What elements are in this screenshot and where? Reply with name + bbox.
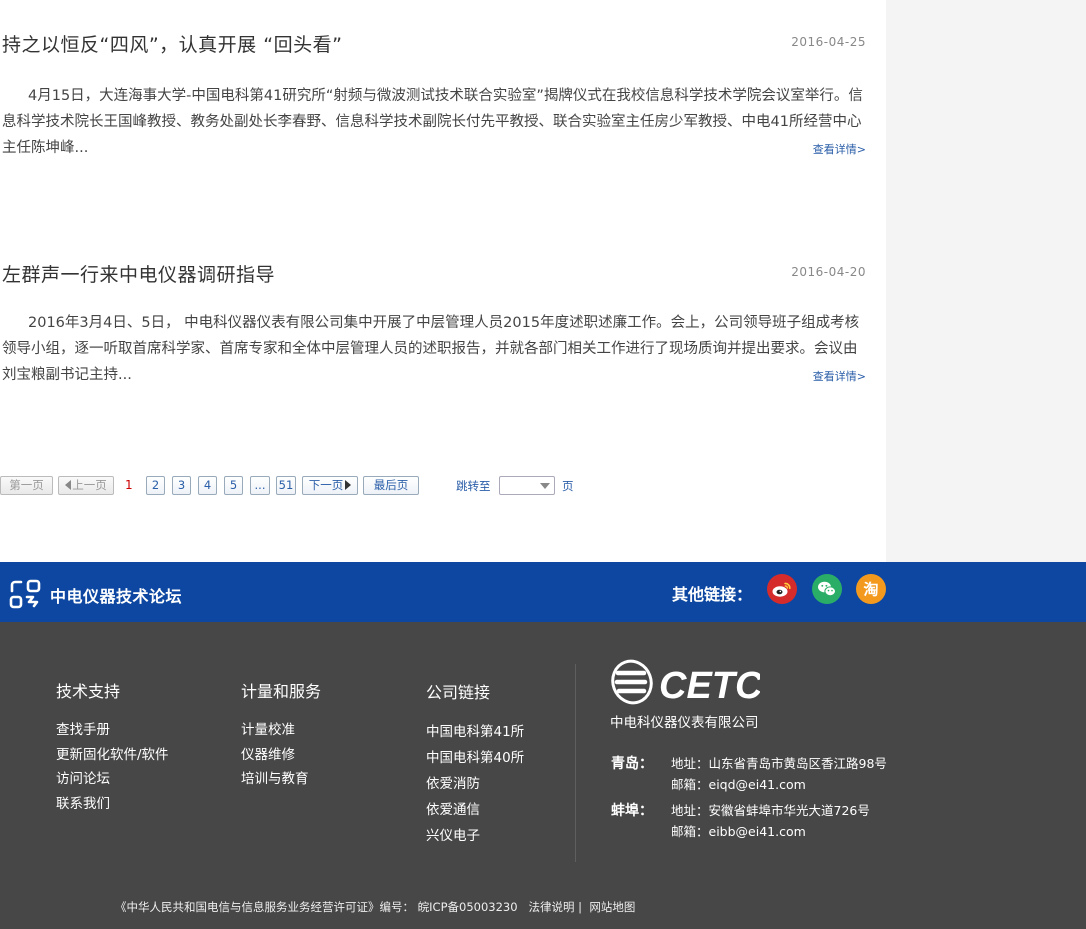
current-page: 1: [125, 478, 133, 492]
footer-column-title[interactable]: 技术支持: [56, 678, 169, 702]
footer-link[interactable]: 中国电科第40所: [426, 745, 524, 771]
page-link-51[interactable]: 51: [276, 476, 296, 495]
footer: 技术支持 查找手册 更新固化软件/软件 访问论坛 联系我们 计量和服务 计量校准…: [0, 622, 1086, 929]
footer-column-company-links: 公司链接 中国电科第41所 中国电科第40所 依爱消防 依爱通信 兴仪电子: [426, 679, 524, 849]
license-text: 《中华人民共和国电信与信息服务业务经营许可证》编号：: [115, 900, 414, 914]
read-more-link[interactable]: 查看详情>: [813, 368, 866, 384]
triangle-left-icon: [65, 480, 72, 490]
news-title[interactable]: 左群声一行来中电仪器调研指导: [2, 260, 275, 287]
footer-link[interactable]: 兴仪电子: [426, 823, 524, 849]
footer-link[interactable]: 依爱通信: [426, 797, 524, 823]
logo-text: CETC: [659, 665, 760, 706]
footer-divider: [575, 664, 576, 862]
footer-link[interactable]: 仪器维修: [241, 743, 321, 768]
forum-band: 中电仪器技术论坛 其他链接： 淘: [0, 562, 1086, 622]
forum-title[interactable]: 中电仪器技术论坛: [50, 583, 182, 607]
footer-column-metrology: 计量和服务 计量校准 仪器维修 培训与教育: [241, 678, 321, 792]
office-city: 青岛：: [611, 756, 653, 772]
next-page-label: 下一页: [308, 478, 344, 492]
prev-page-label: 上一页: [72, 478, 107, 492]
prev-page-button[interactable]: 上一页: [58, 476, 114, 495]
page-ellipsis[interactable]: ...: [250, 476, 270, 495]
office-email[interactable]: 邮箱：eiqd@ei41.com: [671, 774, 931, 795]
next-page-button[interactable]: 下一页: [302, 476, 358, 495]
pagination: 第一页 上一页 1 2 3 4 5 ... 51 下一页 最后页 跳转至 页: [0, 476, 886, 497]
page-link-4[interactable]: 4: [198, 476, 217, 495]
news-list: 持之以恒反“四风”，认真开展 “回头看” 2016-04-25 4月15日，大连…: [0, 0, 886, 456]
footer-link[interactable]: 查找手册: [56, 718, 169, 743]
footer-link[interactable]: 培训与教育: [241, 767, 321, 792]
weibo-icon[interactable]: [767, 574, 797, 604]
office-address: 地址：安徽省蚌埠市华光大道726号: [671, 803, 870, 818]
first-page-button[interactable]: 第一页: [0, 476, 53, 495]
sitemap-link[interactable]: 网站地图: [589, 900, 635, 914]
taobao-glyph: 淘: [862, 581, 878, 599]
footer-column-tech-support: 技术支持 查找手册 更新固化软件/软件 访问论坛 联系我们: [56, 678, 169, 816]
news-summary: 2016年3月4日、5日， 中电科仪器仪表有限公司集中开展了中层管理人员2015…: [2, 315, 860, 383]
last-page-label: 最后页: [373, 478, 409, 492]
office-address: 地址：山东省青岛市黄岛区香江路98号: [671, 756, 887, 771]
jump-page-select[interactable]: [499, 476, 555, 495]
news-date: 2016-04-20: [791, 265, 866, 279]
chevron-down-icon: [540, 483, 550, 489]
company-name: 中电科仪器仪表有限公司: [610, 715, 759, 731]
wechat-icon[interactable]: [812, 574, 842, 604]
footer-column-title[interactable]: 计量和服务: [241, 678, 321, 702]
page-link-5[interactable]: 5: [224, 476, 243, 495]
office-city: 蚌埠：: [611, 803, 653, 819]
page-link-3[interactable]: 3: [172, 476, 191, 495]
legal-link[interactable]: 法律说明: [529, 900, 575, 914]
footer-link[interactable]: 计量校准: [241, 718, 321, 743]
footer-link[interactable]: 访问论坛: [56, 767, 169, 792]
news-item: 持之以恒反“四风”，认真开展 “回头看” 2016-04-25 4月15日，大连…: [0, 0, 866, 200]
news-item: 左群声一行来中电仪器调研指导 2016-04-20 2016年3月4日、5日， …: [0, 230, 866, 430]
copyright-bar: 《中华人民共和国电信与信息服务业务经营许可证》编号： 皖ICP备05003230…: [115, 899, 635, 915]
news-summary: 4月15日，大连海事大学-中国电科第41研究所“射频与微波测试技术联合实验室”揭…: [2, 88, 863, 156]
other-links-label: 其他链接：: [672, 585, 753, 604]
triangle-right-icon: [345, 480, 352, 490]
forum-icon: [9, 579, 41, 609]
page-link-2[interactable]: 2: [146, 476, 165, 495]
link-separator: |: [578, 900, 583, 914]
news-date: 2016-04-25: [791, 35, 866, 49]
taobao-icon[interactable]: 淘: [856, 574, 886, 604]
right-sidebar-background: [886, 0, 1086, 562]
footer-link[interactable]: 更新固化软件/软件: [56, 743, 169, 768]
jump-to-label: 跳转至: [456, 479, 491, 493]
icp-link[interactable]: 皖ICP备05003230: [418, 900, 518, 914]
first-page-label: 第一页: [9, 478, 44, 492]
footer-link[interactable]: 中国电科第41所: [426, 719, 524, 745]
last-page-button[interactable]: 最后页: [363, 476, 419, 495]
footer-column-title[interactable]: 公司链接: [426, 679, 524, 703]
read-more-link[interactable]: 查看详情>: [813, 141, 866, 157]
office-email[interactable]: 邮箱：eibb@ei41.com: [671, 821, 931, 842]
page-unit-label: 页: [562, 479, 574, 493]
footer-link[interactable]: 联系我们: [56, 792, 169, 817]
cetc-logo: CETC: [611, 659, 760, 706]
news-title[interactable]: 持之以恒反“四风”，认真开展 “回头看”: [2, 30, 342, 57]
footer-link[interactable]: 依爱消防: [426, 771, 524, 797]
